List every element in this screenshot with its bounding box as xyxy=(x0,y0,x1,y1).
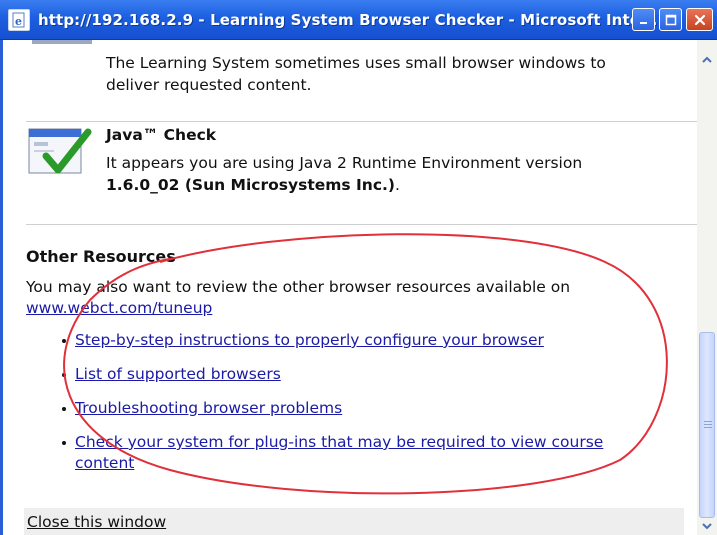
link-plugins-line1[interactable]: Check your system for plug-ins that may … xyxy=(75,431,603,453)
divider xyxy=(26,224,698,225)
link-plugins-line2[interactable]: content xyxy=(75,452,134,474)
close-button[interactable] xyxy=(686,8,713,31)
footer-bar: Close this window xyxy=(24,508,684,535)
maximize-icon xyxy=(665,14,676,25)
tuneup-link[interactable]: www.webct.com/tuneup xyxy=(26,297,212,319)
minimize-button[interactable] xyxy=(632,8,655,31)
bullet xyxy=(62,441,66,445)
bullet xyxy=(62,373,66,377)
maximize-button[interactable] xyxy=(659,8,682,31)
popup-text-line1: The Learning System sometimes uses small… xyxy=(106,54,606,72)
window-title: http://192.168.2.9 - Learning System Bro… xyxy=(38,10,658,29)
svg-text:e: e xyxy=(15,15,22,28)
java-check-icon xyxy=(28,126,94,178)
scroll-down-icon xyxy=(702,523,712,530)
link-configure-browser[interactable]: Step-by-step instructions to properly co… xyxy=(75,329,544,351)
link-supported-browsers[interactable]: List of supported browsers xyxy=(75,363,281,385)
divider xyxy=(26,121,698,122)
vertical-scrollbar[interactable] xyxy=(697,40,717,535)
thumb-grip xyxy=(704,427,712,428)
minimize-icon xyxy=(639,21,647,24)
title-bar: e http://192.168.2.9 - Learning System B… xyxy=(0,0,717,40)
bullet xyxy=(62,407,66,411)
java-version-period: . xyxy=(395,176,400,194)
java-check-text-line2: 1.6.0_02 (Sun Microsystems Inc.). xyxy=(106,174,400,196)
scroll-up-button[interactable] xyxy=(697,50,717,70)
ie-page-icon: e xyxy=(8,8,30,31)
close-icon xyxy=(694,14,705,25)
thumb-grip xyxy=(704,424,712,425)
java-check-heading: Java™ Check xyxy=(106,126,217,144)
java-check-text-line1: It appears you are using Java 2 Runtime … xyxy=(106,154,583,172)
scroll-down-button[interactable] xyxy=(697,516,717,535)
popup-icon-fragment xyxy=(32,40,92,44)
page-content: The Learning System sometimes uses small… xyxy=(14,40,698,535)
other-resources-heading: Other Resources xyxy=(26,247,176,266)
other-resources-intro: You may also want to review the other br… xyxy=(26,278,571,296)
scroll-thumb[interactable] xyxy=(699,332,715,518)
window-frame-left xyxy=(0,40,14,535)
close-window-link[interactable]: Close this window xyxy=(27,511,166,533)
thumb-grip xyxy=(704,421,712,422)
java-version: 1.6.0_02 (Sun Microsystems Inc.) xyxy=(106,176,395,194)
bullet xyxy=(62,339,66,343)
link-troubleshooting[interactable]: Troubleshooting browser problems xyxy=(75,397,342,419)
popup-text-line2: deliver requested content. xyxy=(106,76,312,94)
scroll-up-icon xyxy=(702,56,712,63)
